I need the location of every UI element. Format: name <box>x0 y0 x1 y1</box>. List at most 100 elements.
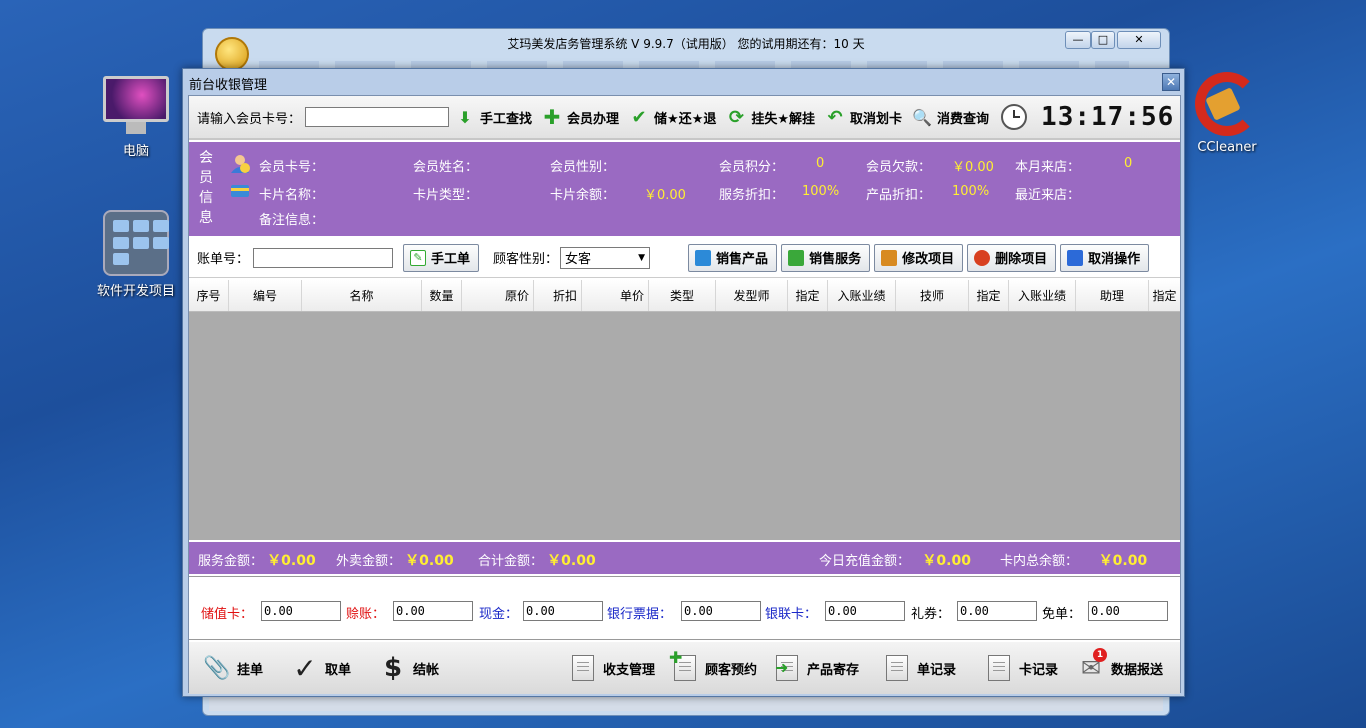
bank-note-input[interactable]: 0.00 <box>681 601 761 621</box>
retrieve-bill-button[interactable]: ✓ 取单 <box>291 652 351 685</box>
column-header[interactable]: 数量 <box>422 280 462 311</box>
hold-bill-button[interactable]: 📎 挂单 <box>203 654 263 682</box>
customer-gender-select[interactable]: 女客 ▼ <box>560 246 651 269</box>
column-header[interactable]: 发型师 <box>716 280 788 311</box>
column-header[interactable]: 序号 <box>189 280 229 311</box>
button-label: 取消划卡 <box>850 111 903 127</box>
column-header[interactable]: 指定 <box>969 280 1009 311</box>
button-label: 结帐 <box>413 662 440 678</box>
member-register-button[interactable]: ✚ 会员办理 <box>542 105 619 129</box>
product-discount-value: 100% <box>952 184 990 199</box>
button-label: 取消操作 <box>1088 252 1141 267</box>
column-header[interactable]: 助理 <box>1076 280 1149 311</box>
column-header[interactable]: 类型 <box>649 280 716 311</box>
column-header[interactable]: 名称 <box>302 280 422 311</box>
select-value: 女客 <box>565 252 592 267</box>
tag-icon: ✎ <box>410 249 427 266</box>
card-balance-value: ￥0.00 <box>644 188 686 203</box>
unionpay-label: 银联卡： <box>765 607 818 622</box>
dialog-close-button[interactable]: ✕ <box>1162 73 1180 91</box>
side-char: 会 <box>199 150 213 166</box>
column-header[interactable]: 入账业绩 <box>1009 280 1076 311</box>
customer-gender-label: 顾客性别： <box>493 252 559 267</box>
column-header[interactable]: 单价 <box>582 280 649 311</box>
stored-card-input[interactable]: 0.00 <box>261 601 341 621</box>
cancel-swipe-button[interactable]: ↶ 取消划卡 <box>825 107 903 128</box>
last-visit-label: 最近来店： <box>1015 188 1081 203</box>
bill-no-input[interactable] <box>253 247 394 268</box>
search-plus-icon: 🔍 <box>912 107 932 127</box>
window-close-button[interactable]: ✕ <box>1117 31 1161 49</box>
total-amount-value: ￥0.00 <box>547 553 596 569</box>
card-number-label: 请输入会员卡号： <box>197 111 302 127</box>
side-char: 员 <box>199 170 213 186</box>
credit-label: 赊账： <box>346 607 386 622</box>
appointment-button[interactable]: ✚ 顾客预约 <box>669 648 757 682</box>
button-label: 单记录 <box>917 662 957 678</box>
arrow-left-icon <box>1067 249 1084 266</box>
button-label: 销售产品 <box>716 252 769 267</box>
desktop-icon-ccleaner[interactable]: CCleaner <box>1172 72 1282 155</box>
import-document-icon: ➜ <box>773 654 801 682</box>
arrow-down-icon: ⬇ <box>458 107 472 127</box>
column-header[interactable]: 指定 <box>1149 280 1180 311</box>
notification-badge: 1 <box>1093 648 1107 662</box>
payment-panel: 储值卡： 0.00 赊账： 0.00 现金： 0.00 银行票据： 0.00 银… <box>189 576 1180 640</box>
cancel-operation-button[interactable]: 取消操作 <box>1060 243 1150 272</box>
dialog-title: 前台收银管理 <box>189 78 268 93</box>
background-window-title: 艾玛美发店务管理系统 V 9.9.7（试用版） 您的试用期还有：10 天 <box>507 37 865 51</box>
sell-service-button[interactable]: 销售服务 <box>781 243 871 272</box>
store-return-refund-button[interactable]: ✔ 储★还★退 <box>629 107 717 128</box>
card-balance-label: 卡片余额： <box>550 188 616 203</box>
bank-note-label: 银行票据： <box>607 607 673 622</box>
dollar-icon: $ <box>383 653 403 683</box>
bill-record-button[interactable]: 单记录 <box>883 654 956 682</box>
button-label: 数据报送 <box>1111 662 1164 678</box>
visits-month-label: 本月来店： <box>1015 160 1081 175</box>
minimize-button[interactable]: — <box>1065 31 1091 49</box>
free-label: 免单： <box>1042 607 1082 622</box>
chevron-down-icon: ▼ <box>638 252 646 263</box>
desktop-icon-project[interactable]: 软件开发项目 <box>81 210 191 299</box>
clock-icon <box>1001 104 1028 130</box>
product-icon <box>695 249 712 266</box>
envelope-icon: ✉ 1 <box>1077 648 1107 682</box>
voucher-input[interactable]: 0.00 <box>957 601 1037 621</box>
checkout-button[interactable]: $ 结帐 <box>379 653 440 683</box>
card-record-button[interactable]: 卡记录 <box>985 654 1058 682</box>
free-input[interactable]: 0.00 <box>1088 601 1168 621</box>
edit-item-button[interactable]: 修改项目 <box>874 243 964 272</box>
button-label: 销售服务 <box>809 252 862 267</box>
desktop-icon-computer[interactable]: 电脑 <box>81 76 191 159</box>
column-header[interactable]: 指定 <box>788 280 828 311</box>
manual-search-button[interactable]: ⬇ 手工查找 <box>455 107 532 127</box>
button-label: 储★还★退 <box>654 111 717 127</box>
clock-display: 13:17:56 <box>1041 102 1175 132</box>
report-loss-button[interactable]: ⟳ 挂失★解挂 <box>726 107 815 128</box>
sell-product-button[interactable]: 销售产品 <box>688 243 778 272</box>
delete-item-button[interactable]: 删除项目 <box>967 243 1057 272</box>
product-storage-button[interactable]: ➜ 产品寄存 <box>773 654 859 682</box>
consumption-query-button[interactable]: 🔍 消费查询 <box>912 107 989 127</box>
items-table-body[interactable] <box>189 312 1180 540</box>
desktop-icon-label: 软件开发项目 <box>96 284 175 299</box>
column-header[interactable]: 折扣 <box>534 280 582 311</box>
maximize-button[interactable]: □ <box>1091 31 1115 49</box>
column-header[interactable]: 技师 <box>896 280 969 311</box>
desktop-icon-label: CCleaner <box>1197 140 1257 155</box>
column-header[interactable]: 原价 <box>462 280 534 311</box>
paperclip-icon: 📎 <box>203 655 231 681</box>
recharge-value: ￥0.00 <box>922 553 971 569</box>
unionpay-input[interactable]: 0.00 <box>825 601 905 621</box>
data-report-button[interactable]: ✉ 1 数据报送 <box>1077 648 1164 682</box>
income-expense-button[interactable]: 收支管理 <box>569 654 655 682</box>
card-number-input[interactable] <box>305 107 450 127</box>
background-status-bar <box>209 695 1163 711</box>
cash-input[interactable]: 0.00 <box>523 601 603 621</box>
card-no-label: 会员卡号： <box>259 160 325 175</box>
computer-icon <box>103 76 169 136</box>
credit-input[interactable]: 0.00 <box>393 601 473 621</box>
column-header[interactable]: 编号 <box>229 280 302 311</box>
column-header[interactable]: 入账业绩 <box>828 280 896 311</box>
manual-bill-button[interactable]: ✎ 手工单 <box>403 243 480 272</box>
